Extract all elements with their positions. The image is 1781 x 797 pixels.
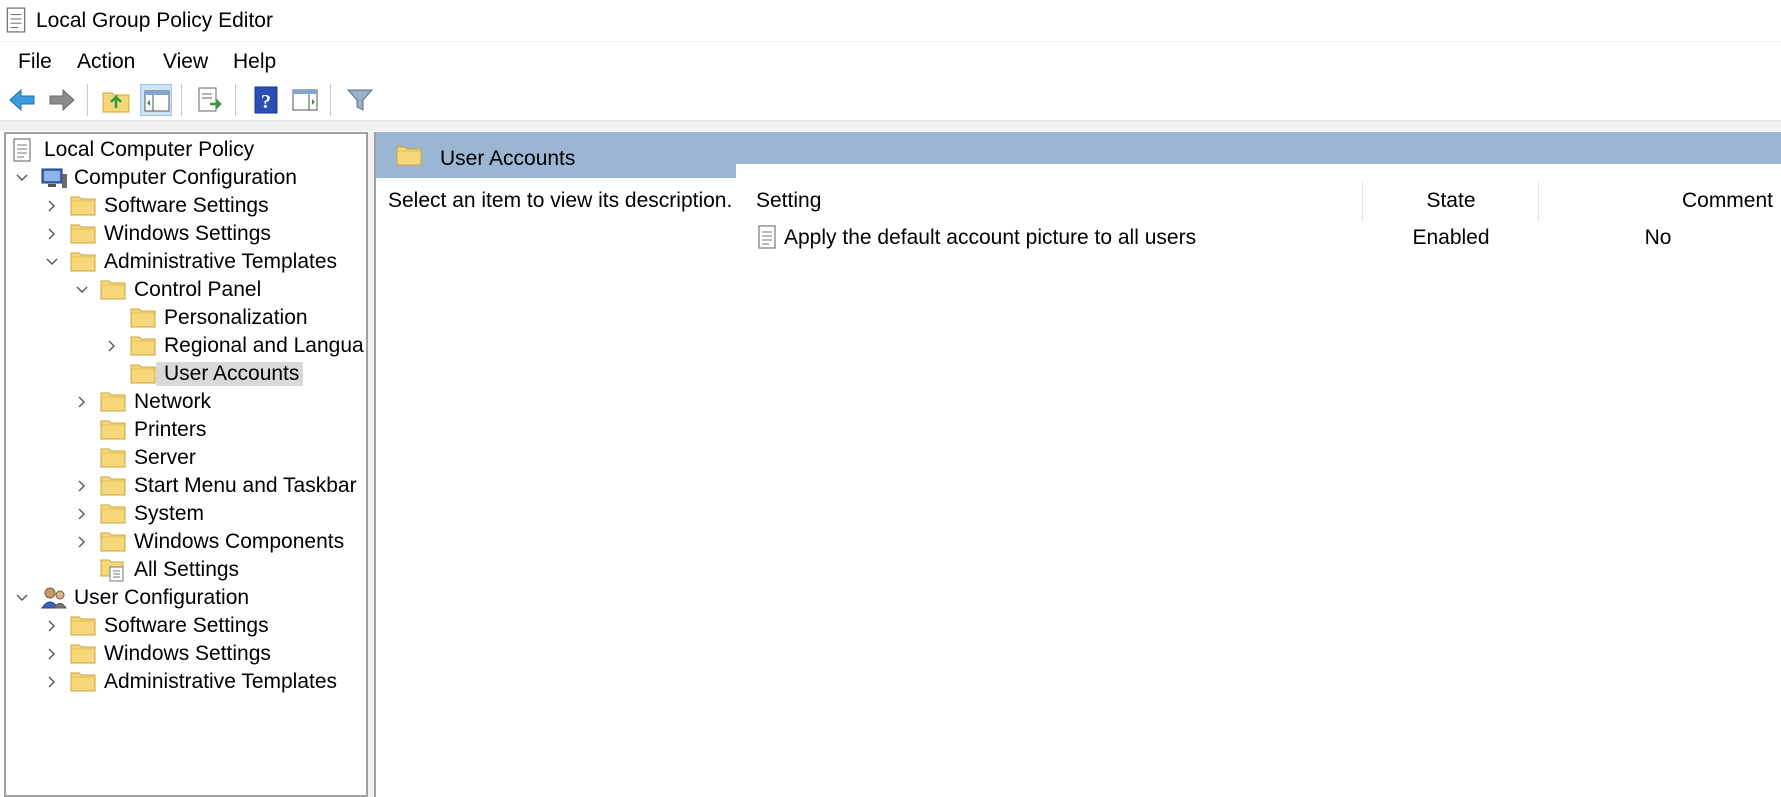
details-header: User Accounts	[376, 132, 1781, 178]
show-hide-action-pane-icon[interactable]	[289, 84, 321, 116]
details-pane: User Accounts Select an item to view its…	[374, 132, 1781, 797]
folder-icon	[70, 670, 96, 698]
chevron-right-icon[interactable]	[42, 668, 62, 696]
column-separator[interactable]	[1538, 182, 1539, 222]
chevron-down-icon[interactable]	[42, 248, 62, 276]
tree-label: Software Settings	[104, 614, 269, 637]
menu-view[interactable]: View	[163, 50, 208, 74]
folder-icon	[100, 502, 126, 530]
folder-icon	[396, 144, 422, 172]
tree-label: Local Computer Policy	[44, 138, 255, 161]
tree-label: Windows Settings	[104, 642, 271, 665]
chevron-right-icon[interactable]	[42, 612, 62, 640]
details-header-title: User Accounts	[440, 147, 576, 170]
folder-icon	[70, 194, 96, 222]
column-header-state[interactable]: State	[1364, 180, 1538, 222]
tree-label: Network	[134, 390, 212, 413]
toolbar-separator	[235, 84, 236, 116]
menu-action[interactable]: Action	[77, 50, 135, 74]
folder-icon	[70, 222, 96, 250]
folder-icon	[130, 306, 156, 334]
column-header-comment[interactable]: Comment	[1540, 180, 1781, 222]
folder-icon	[100, 474, 126, 502]
folder-icon	[100, 530, 126, 558]
help-icon[interactable]: ?	[250, 84, 282, 116]
column-header-label: State	[1426, 189, 1476, 212]
title-bar: Local Group Policy Editor	[0, 0, 1781, 40]
tree-label: Printers	[134, 418, 207, 441]
toolbar-separator	[87, 84, 88, 116]
tree-label: Start Menu and Taskbar	[134, 474, 357, 497]
chevron-down-icon[interactable]	[12, 164, 32, 192]
chevron-right-icon[interactable]	[72, 528, 92, 556]
svg-text:?: ?	[261, 91, 271, 113]
column-header-label: Setting	[756, 189, 822, 212]
policy-editor-app-icon	[4, 7, 28, 39]
chevron-right-icon[interactable]	[72, 500, 92, 528]
folder-icon	[130, 334, 156, 362]
tree-label: Windows Settings	[104, 222, 271, 245]
folder-icon	[100, 446, 126, 474]
folder-icon	[70, 642, 96, 670]
folder-icon	[100, 390, 126, 418]
setting-state: Enabled	[1412, 226, 1490, 249]
filter-icon[interactable]	[344, 84, 376, 116]
tree-label: Regional and Langua	[164, 334, 364, 357]
chevron-right-icon[interactable]	[102, 332, 122, 360]
tree-label: Computer Configuration	[74, 166, 297, 189]
folder-icon	[100, 418, 126, 446]
tree-label: User Configuration	[74, 586, 250, 609]
chevron-right-icon[interactable]	[42, 220, 62, 248]
tree-label: Personalization	[164, 306, 308, 329]
menu-bar: File Action View Help	[0, 41, 1781, 81]
export-list-icon[interactable]	[194, 84, 226, 116]
chevron-right-icon[interactable]	[42, 192, 62, 220]
tree-label: Control Panel	[134, 278, 262, 301]
tree-label: Administrative Templates	[104, 250, 338, 273]
toolbar: ?	[0, 80, 1781, 121]
chevron-right-icon[interactable]	[72, 388, 92, 416]
tree-label: Server	[134, 446, 196, 469]
description-text: Select an item to view its description.	[388, 189, 733, 212]
window-title: Local Group Policy Editor	[36, 9, 273, 32]
tree-label: System	[134, 502, 205, 525]
toolbar-separator	[181, 84, 182, 116]
back-icon[interactable]	[6, 84, 38, 116]
forward-icon[interactable]	[46, 84, 78, 116]
show-hide-console-tree-icon[interactable]	[140, 84, 172, 116]
table-row[interactable]: Apply the default account picture to all…	[756, 222, 1776, 252]
policy-setting-icon	[756, 225, 778, 255]
toolbar-spacer	[0, 121, 1781, 131]
folder-icon	[100, 278, 126, 306]
tree-label: All Settings	[134, 558, 240, 581]
column-separator[interactable]	[1362, 182, 1363, 222]
tree-label: Windows Components	[134, 530, 345, 553]
console-tree[interactable]: Local Computer Policy Computer Configura…	[4, 132, 368, 797]
setting-comment: No	[1644, 226, 1672, 249]
chevron-right-icon[interactable]	[72, 472, 92, 500]
toolbar-separator	[330, 84, 331, 116]
chevron-down-icon[interactable]	[12, 584, 32, 612]
tree-label: Software Settings	[104, 194, 269, 217]
folder-icon	[130, 362, 156, 390]
tree-label: User Accounts	[156, 362, 304, 386]
up-one-level-icon[interactable]	[100, 84, 132, 116]
setting-name: Apply the default account picture to all…	[784, 226, 1197, 249]
column-header-label: Comment	[1681, 189, 1773, 212]
menu-file[interactable]: File	[18, 50, 52, 74]
tree-label: Administrative Templates	[104, 670, 338, 693]
all-settings-icon	[100, 558, 126, 588]
folder-icon	[70, 250, 96, 278]
chevron-right-icon[interactable]	[42, 640, 62, 668]
folder-icon	[70, 614, 96, 642]
chevron-down-icon[interactable]	[72, 276, 92, 304]
menu-help[interactable]: Help	[233, 50, 276, 74]
